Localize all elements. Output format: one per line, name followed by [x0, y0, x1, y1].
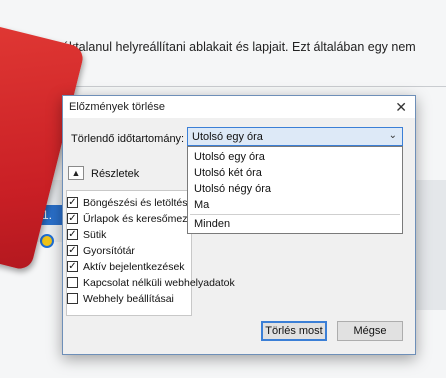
dropdown-separator	[190, 214, 400, 215]
time-range-selected-value: Utolsó egy óra	[192, 131, 263, 143]
time-range-label: Törlendő időtartomány:	[71, 133, 185, 145]
option-label: Kapcsolat nélküli webhelyadatok	[83, 277, 235, 289]
time-range-dropdown-list: Utolsó egy óra Utolsó két óra Utolsó nég…	[187, 146, 403, 234]
background-text: éktalanul helyreállítani ablakait és lap…	[62, 40, 416, 54]
background-divider	[60, 86, 446, 87]
dropdown-option-last-hour[interactable]: Utolsó egy óra	[194, 151, 265, 163]
dropdown-option-last-four-hours[interactable]: Utolsó négy óra	[194, 183, 271, 195]
cancel-button[interactable]: Mégse	[337, 321, 403, 341]
browser-icon	[40, 234, 54, 248]
dialog-titlebar: Előzmények törlése ✕	[63, 96, 415, 118]
details-label: Részletek	[91, 168, 140, 180]
checkbox-cookies[interactable]: ✓	[67, 229, 78, 240]
checkbox-browsing-and-download[interactable]: ✓	[67, 197, 78, 208]
option-label: Űrlapok és keresőmező	[83, 213, 194, 225]
dropdown-option-everything[interactable]: Minden	[194, 218, 230, 230]
clear-now-button[interactable]: Törlés most	[261, 321, 327, 341]
option-label: Gyorsítótár	[83, 245, 135, 257]
close-icon[interactable]: ✕	[395, 99, 407, 116]
time-range-select[interactable]: Utolsó egy óra ⌄	[187, 127, 403, 146]
checkbox-offline-website-data[interactable]	[67, 277, 78, 288]
clear-history-dialog: Előzmények törlése ✕ Törlendő időtartomá…	[62, 95, 416, 355]
dropdown-option-last-two-hours[interactable]: Utolsó két óra	[194, 167, 262, 179]
checkbox-cache[interactable]: ✓	[67, 245, 78, 256]
checkbox-site-settings[interactable]	[67, 293, 78, 304]
dropdown-option-today[interactable]: Ma	[194, 199, 209, 211]
option-label: Sütik	[83, 229, 107, 241]
details-toggle-button[interactable]: ▲	[68, 166, 84, 180]
dialog-title: Előzmények törlése	[69, 101, 165, 113]
option-label: Webhely beállításai	[83, 293, 174, 305]
option-label: Aktív bejelentkezések	[83, 261, 185, 273]
chevron-down-icon: ⌄	[388, 130, 397, 141]
checkbox-active-logins[interactable]: ✓	[67, 261, 78, 272]
option-label: Böngészési és letöltési	[83, 197, 190, 209]
checkbox-forms-and-search[interactable]: ✓	[67, 213, 78, 224]
